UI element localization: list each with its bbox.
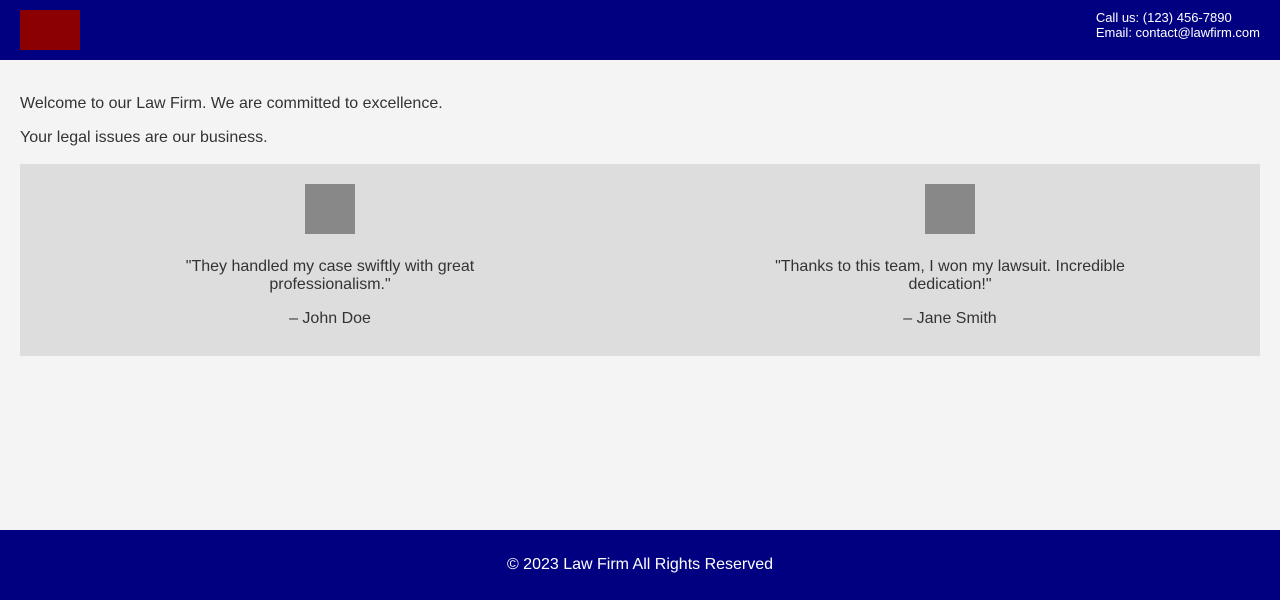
firm-logo[interactable] <box>20 10 80 50</box>
contact-phone: Call us: (123) 456-7890 <box>1095 10 1232 25</box>
contact-info: Call us: (123) 456-7890 Email: contact@l… <box>1096 10 1260 40</box>
client-avatar <box>305 184 355 234</box>
welcome-text: Welcome to our Law Firm. We are committe… <box>20 95 443 112</box>
site-footer: © 2023 Law Firm All Rights Reserved <box>0 530 1280 600</box>
testimonial-quote: "Thanks to this team, I won my lawsuit. … <box>775 258 1125 293</box>
testimonials-section: "They handled my case swiftly with great… <box>20 164 1260 356</box>
testimonial-card: "Thanks to this team, I won my lawsuit. … <box>770 184 1130 328</box>
contact-email[interactable]: Email: contact@lawfirm.com <box>1096 25 1260 40</box>
testimonial-quote: "They handled my case swiftly with great… <box>185 258 475 293</box>
testimonial-author: – John Doe <box>289 310 371 327</box>
tagline-text: Your legal issues are our business. <box>20 129 268 146</box>
testimonial-author: – Jane Smith <box>903 310 997 327</box>
copyright-text: © 2023 Law Firm All Rights Reserved <box>506 556 774 573</box>
intro-section: Welcome to our Law Firm. We are committe… <box>20 94 443 162</box>
testimonial-card: "They handled my case swiftly with great… <box>150 184 510 328</box>
client-avatar <box>925 184 975 234</box>
site-header: Call us: (123) 456-7890 Email: contact@l… <box>0 0 1280 60</box>
